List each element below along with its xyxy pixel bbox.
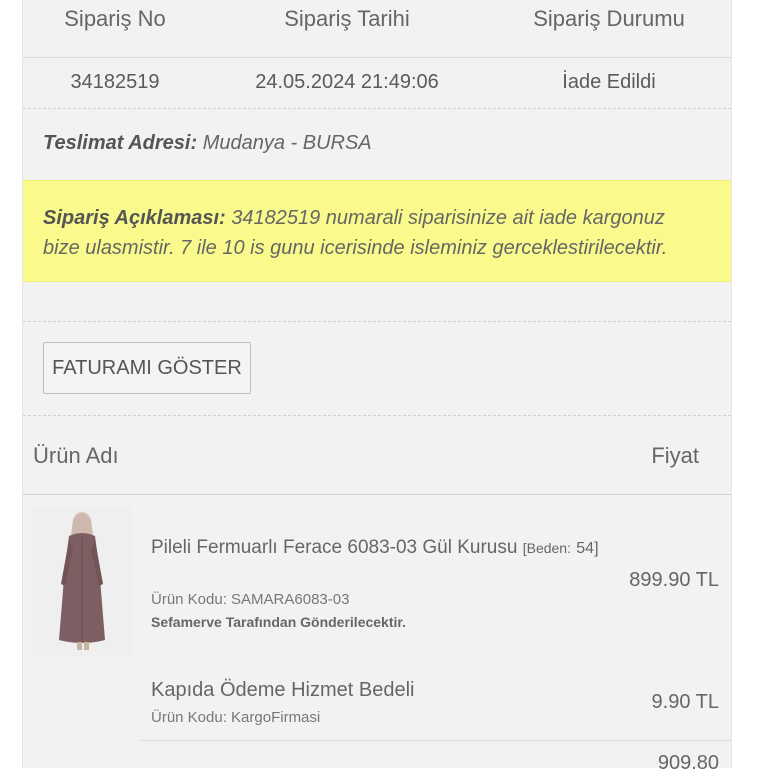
order-note: Sipariş Açıklaması: 34182519 numarali si… (43, 203, 703, 263)
divider (23, 321, 731, 322)
show-invoice-button[interactable]: FATURAMI GÖSTER (43, 342, 251, 394)
divider (23, 57, 731, 58)
order-status-value: İade Edildi (562, 71, 656, 93)
delivery-address-label: Teslimat Adresi: (43, 132, 198, 154)
service-price: 9.90 TL (651, 691, 719, 713)
product-image[interactable] (33, 506, 131, 656)
divider (23, 494, 731, 495)
product-name[interactable]: Pileli Fermuarlı Ferace 6083-03 Gül Kuru… (151, 532, 611, 565)
product-name-header: Ürün Adı (33, 443, 119, 468)
product-size-value: 54] (576, 540, 599, 557)
order-note-box: Sipariş Açıklaması: 34182519 numarali si… (23, 180, 731, 282)
service-name: Kapıda Ödeme Hizmet Bedeli (151, 679, 415, 701)
order-status-header: Sipariş Durumu (533, 6, 685, 31)
order-note-label: Sipariş Açıklaması: (43, 207, 226, 229)
order-no-header: Sipariş No (64, 6, 166, 31)
product-code: Ürün Kodu: SAMARA6083-03 (151, 591, 350, 608)
divider (23, 415, 731, 416)
delivery-address-value: Mudanya - BURSA (202, 132, 372, 154)
order-date-value: 24.05.2024 21:49:06 (255, 71, 439, 93)
product-price: 899.90 TL (629, 569, 719, 591)
service-code: Ürün Kodu: KargoFirmasi (151, 709, 321, 726)
order-header-row: Sipariş No Sipariş Tarihi Sipariş Durumu (23, 0, 731, 57)
product-title: Pileli Fermuarlı Ferace 6083-03 Gül Kuru… (151, 537, 518, 558)
dress-figure-icon (33, 506, 131, 656)
divider (23, 108, 731, 109)
seller-info: Sefamerve Tarafından Gönderilecektir. (151, 614, 406, 630)
price-header: Fiyat (651, 443, 699, 468)
delivery-address: Teslimat Adresi: Mudanya - BURSA (43, 132, 372, 155)
order-date-header: Sipariş Tarihi (284, 6, 410, 31)
order-detail-panel: Sipariş No Sipariş Tarihi Sipariş Durumu… (22, 0, 732, 774)
product-size-label: [Beden: (522, 540, 571, 556)
order-no-value: 34182519 (70, 71, 160, 93)
divider (141, 740, 731, 741)
total-price: 909.80 (657, 752, 719, 774)
